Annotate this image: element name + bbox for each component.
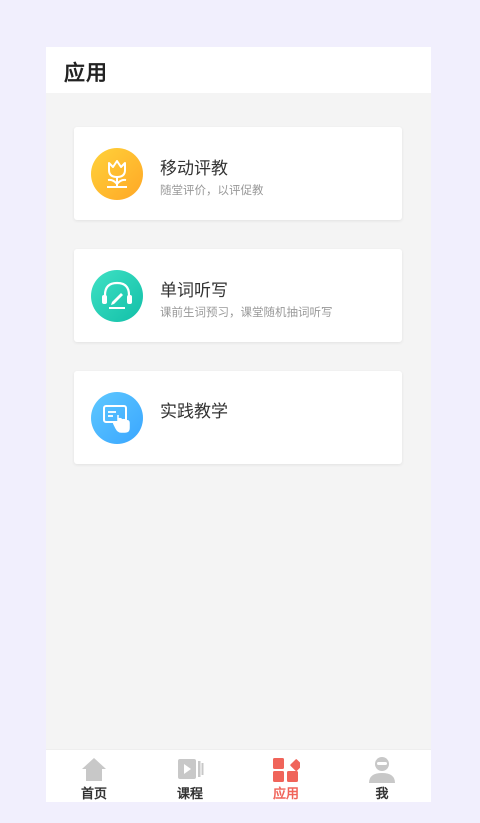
tab-label: 我 [375,787,389,802]
tab-home[interactable]: 首页 [46,750,142,802]
home-icon [80,755,108,783]
tab-course[interactable]: 课程 [142,750,238,802]
bottom-tab-bar: 首页 课程 应用 我 [46,749,431,802]
person-icon [368,755,396,783]
headset-pencil-icon [91,270,143,322]
tab-label: 应用 [272,787,299,802]
app-card-word-dictation[interactable]: 单词听写 课前生词预习，课堂随机抽词听写 [74,249,402,342]
app-card-mobile-evaluation[interactable]: 移动评教 随堂评价，以评促教 [74,127,402,220]
touch-screen-icon [91,392,143,444]
tab-me[interactable]: 我 [334,750,430,802]
tulip-icon [91,148,143,200]
app-card-title: 移动评教 [160,159,228,179]
app-card-subtitle: 课前生词预习，课堂随机抽词听写 [160,305,333,319]
apps-grid-icon [272,755,303,783]
app-card-practical-teaching[interactable]: 实践教学 [74,371,402,464]
page-header: 应用 [46,47,431,93]
tab-apps[interactable]: 应用 [238,750,334,802]
app-card-title: 实践教学 [160,402,228,422]
page-title: 应用 [64,61,108,85]
app-screen: 应用 移动评教 随堂评价，以评促教 单词听写 课前生词预习，课堂随机抽词听写 实… [46,47,431,802]
app-card-subtitle: 随堂评价，以评促教 [160,183,264,197]
video-course-icon [176,755,204,783]
app-card-title: 单词听写 [160,281,228,301]
tab-label: 首页 [80,787,107,802]
tab-label: 课程 [176,787,203,802]
